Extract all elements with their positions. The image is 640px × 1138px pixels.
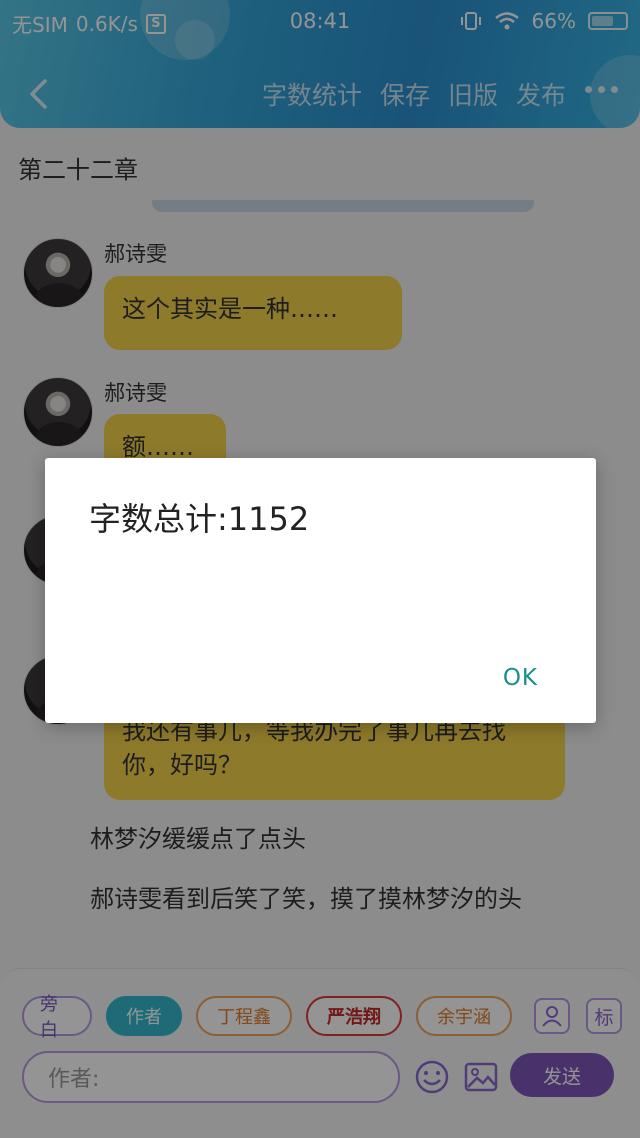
word-count-dialog: 字数总计:1152 OK (45, 458, 596, 723)
ok-button[interactable]: OK (503, 665, 538, 691)
dialog-message: 字数总计:1152 (89, 500, 310, 538)
